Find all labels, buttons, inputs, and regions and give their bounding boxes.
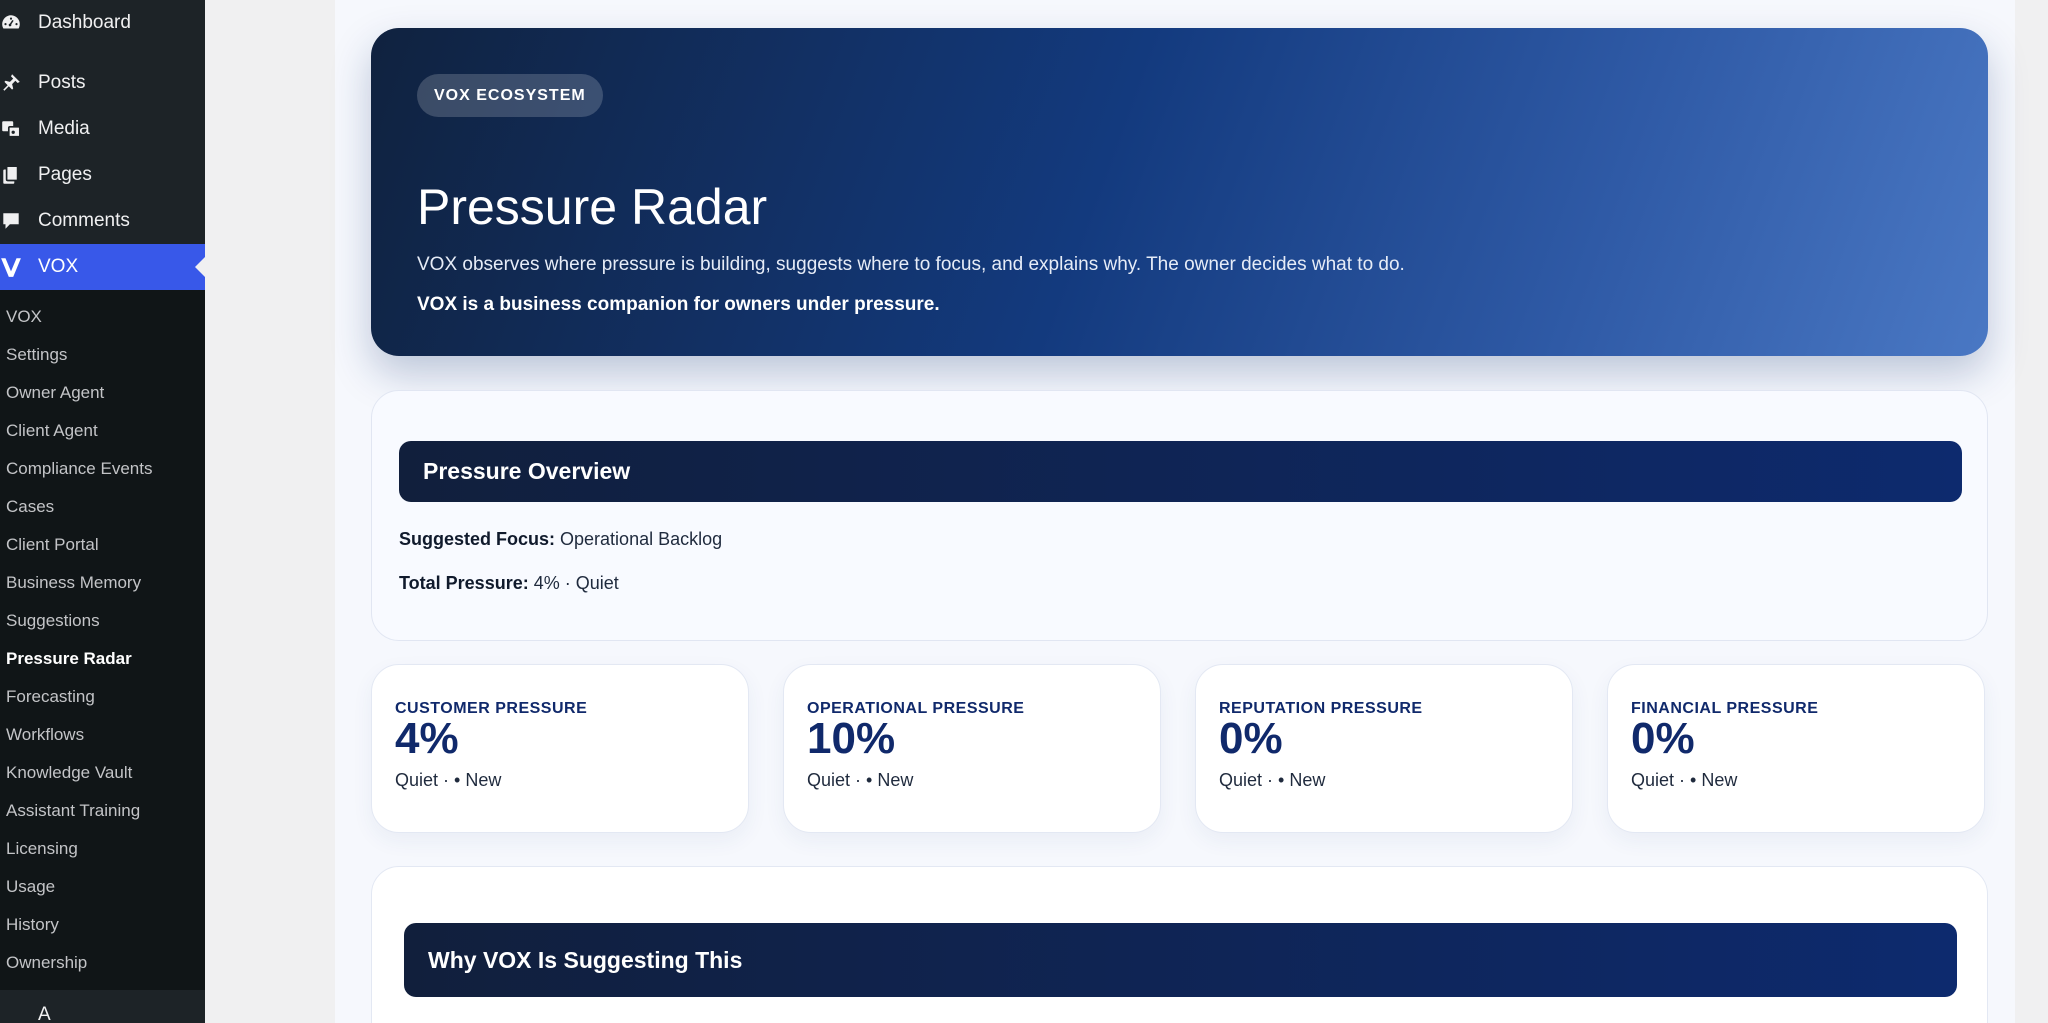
page-title: Pressure Radar <box>417 179 768 235</box>
submenu-item-workflows[interactable]: Workflows <box>6 716 84 754</box>
vox-submenu: VOX Settings Owner Agent Client Agent Co… <box>0 290 205 990</box>
card-value: 0% <box>1219 714 1283 763</box>
card-value: 0% <box>1631 714 1695 763</box>
card-status: Quiet · • New <box>1219 770 1326 790</box>
dashboard-icon <box>0 12 38 34</box>
menu-item-vox[interactable]: VOX <box>0 244 205 290</box>
hero-description: VOX observes where pressure is building,… <box>417 254 1405 275</box>
pressure-card-financial: FINANCIAL PRESSURE 0% Quiet · • New <box>1607 664 1985 833</box>
suggested-focus-line: Suggested Focus: Operational Backlog <box>399 529 722 550</box>
card-value: 10% <box>807 714 896 763</box>
media-icon <box>0 118 38 140</box>
admin-sidebar: Dashboard Posts Media Pages Comments VOX… <box>0 0 205 1023</box>
menu-item-label: Pages <box>38 164 92 185</box>
card-value: 4% <box>395 714 459 763</box>
submenu-item-usage[interactable]: Usage <box>6 868 55 906</box>
submenu-item-knowledge-vault[interactable]: Knowledge Vault <box>6 754 132 792</box>
card-status: Quiet · • New <box>1631 770 1738 790</box>
menu-item-label: VOX <box>38 256 79 277</box>
submenu-item-pressure-radar[interactable]: Pressure Radar <box>6 640 132 678</box>
pressure-card-customer: CUSTOMER PRESSURE 4% Quiet · • New <box>371 664 749 833</box>
submenu-item-client-agent[interactable]: Client Agent <box>6 412 98 450</box>
menu-item-comments[interactable]: Comments <box>0 198 205 244</box>
submenu-item-suggestions[interactable]: Suggestions <box>6 602 100 640</box>
menu-item-label: Posts <box>38 72 86 93</box>
submenu-item-client-portal[interactable]: Client Portal <box>6 526 99 564</box>
content-wrap: VOX ECOSYSTEM Pressure Radar VOX observe… <box>335 0 2015 1023</box>
submenu-item-cases[interactable]: Cases <box>6 488 54 526</box>
hero-tagline: VOX is a business companion for owners u… <box>417 294 940 315</box>
pin-icon <box>0 72 38 94</box>
hero-banner: VOX ECOSYSTEM Pressure Radar VOX observe… <box>371 28 1988 356</box>
card-status: Quiet · • New <box>807 770 914 790</box>
main-content: VOX ECOSYSTEM Pressure Radar VOX observe… <box>205 0 2048 1023</box>
menu-item-label: Comments <box>38 210 130 231</box>
pressure-card-reputation: REPUTATION PRESSURE 0% Quiet · • New <box>1195 664 1573 833</box>
submenu-item-settings[interactable]: Settings <box>6 336 67 374</box>
submenu-item-ownership[interactable]: Ownership <box>6 944 87 982</box>
submenu-item-history[interactable]: History <box>6 906 59 944</box>
menu-item-label: A <box>38 1004 51 1023</box>
why-vox-panel: Why VOX Is Suggesting This <box>371 866 1988 1023</box>
submenu-item-licensing[interactable]: Licensing <box>6 830 78 868</box>
hero-badge: VOX ECOSYSTEM <box>417 74 603 117</box>
submenu-item-owner-agent[interactable]: Owner Agent <box>6 374 104 412</box>
menu-item-label: Dashboard <box>38 12 131 33</box>
submenu-item-forecasting[interactable]: Forecasting <box>6 678 95 716</box>
menu-item-media[interactable]: Media <box>0 106 205 152</box>
comment-icon <box>0 210 38 232</box>
pages-icon <box>0 164 38 186</box>
total-pressure-value: 4% · Quiet <box>533 573 619 593</box>
submenu-item-assistant-training[interactable]: Assistant Training <box>6 792 140 830</box>
total-pressure-label: Total Pressure: <box>399 573 529 593</box>
menu-item-label: Media <box>38 118 90 139</box>
section-heading: Pressure Overview <box>399 441 1962 502</box>
pressure-card-operational: OPERATIONAL PRESSURE 10% Quiet · • New <box>783 664 1161 833</box>
menu-item-dashboard[interactable]: Dashboard <box>0 0 205 46</box>
pressure-overview-panel: Pressure Overview Suggested Focus: Opera… <box>371 390 1988 641</box>
menu-item-pages[interactable]: Pages <box>0 152 205 198</box>
submenu-item-business-memory[interactable]: Business Memory <box>6 564 141 602</box>
suggested-focus-label: Suggested Focus: <box>399 529 556 549</box>
vox-logo-icon <box>0 256 38 278</box>
suggested-focus-value: Operational Backlog <box>560 529 723 549</box>
submenu-item-compliance-events[interactable]: Compliance Events <box>6 450 152 488</box>
menu-item-partial[interactable]: A <box>0 990 205 1023</box>
total-pressure-line: Total Pressure: 4% · Quiet <box>399 573 619 594</box>
card-status: Quiet · • New <box>395 770 502 790</box>
menu-item-posts[interactable]: Posts <box>0 60 205 106</box>
submenu-item-vox[interactable]: VOX <box>6 298 42 336</box>
section-heading: Why VOX Is Suggesting This <box>404 923 1957 997</box>
